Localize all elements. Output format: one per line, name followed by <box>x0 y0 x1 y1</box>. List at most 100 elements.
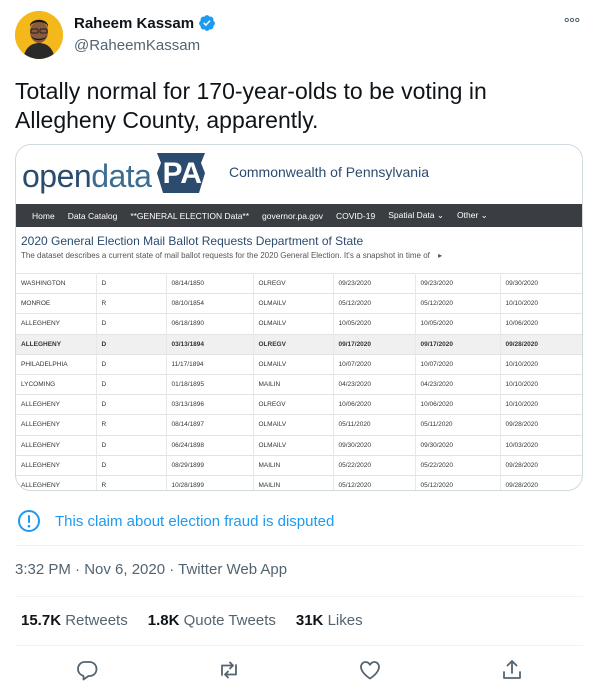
table-cell: MAILIN <box>253 454 334 476</box>
table-cell: 04/23/2020 <box>415 373 501 395</box>
table-cell: 11/17/1894 <box>166 353 254 375</box>
logo-open-text: open <box>22 158 92 194</box>
table-cell: OLMAILV <box>253 414 334 435</box>
table-cell: 05/11/2020 <box>415 414 501 435</box>
table-cell: LYCOMING <box>16 373 97 395</box>
divider <box>15 545 583 546</box>
likes-label: Likes <box>323 612 363 629</box>
dataset-title: 2020 General Election Mail Ballot Reques… <box>21 234 364 248</box>
disputed-notice[interactable]: This claim about election fraud is dispu… <box>17 509 334 533</box>
tweet-image[interactable]: open data PA Commonwealth of Pennsylvani… <box>15 144 583 491</box>
table-cell: ALLEGHENY <box>16 394 97 415</box>
table-cell: D <box>96 434 167 456</box>
info-icon <box>18 510 40 532</box>
table-row: PHILADELPHIA D 11/17/1894 OLMAILV 10/07/2020… <box>16 353 582 375</box>
nav-item: **GENERAL ELECTION Data** <box>130 210 250 221</box>
disputed-notice-text[interactable]: This claim about election fraud is dispu… <box>55 513 334 530</box>
tweet-header: Raheem Kassam @RaheemKassam <box>15 11 583 59</box>
table-cell: PHILADELPHIA <box>16 353 97 375</box>
retweet-icon[interactable] <box>217 658 241 682</box>
likes-count: 31K <box>295 612 324 629</box>
more-options-icon[interactable] <box>563 11 581 32</box>
table-cell: 10/05/2020 <box>333 313 416 335</box>
table-cell: 10/10/2020 <box>500 353 582 375</box>
share-icon[interactable] <box>500 658 524 682</box>
table-cell: D <box>96 353 167 375</box>
table-cell: ALLEGHENY <box>16 333 97 355</box>
table-cell: OLREGV <box>253 394 334 415</box>
nav-item: Other ⌄ <box>457 210 488 220</box>
table-cell: ALLEGHENY <box>16 454 97 476</box>
logo-pa-text: PA <box>162 157 202 190</box>
table-cell: ALLEGHENY <box>16 474 97 490</box>
table-cell: 10/03/2020 <box>500 434 582 456</box>
nav-item: Spatial Data ⌄ <box>388 210 445 220</box>
quote-tweets-stat[interactable]: 1.8K Quote Tweets <box>148 612 276 629</box>
table-cell: 09/17/2020 <box>333 333 416 355</box>
table-cell: 10/10/2020 <box>500 293 582 314</box>
table-cell: 10/07/2020 <box>333 353 416 375</box>
table-row: MONROE R 08/10/1854 OLMAILV 05/12/2020 05/12/… <box>16 293 582 314</box>
table-cell: 01/18/1895 <box>166 373 254 395</box>
table-cell: D <box>96 373 167 395</box>
table-cell: 09/30/2020 <box>333 434 416 456</box>
table-cell: D <box>96 272 167 294</box>
table-cell: 09/17/2020 <box>415 333 501 355</box>
table-cell: 05/11/2020 <box>333 414 416 435</box>
table-cell: 10/05/2020 <box>415 313 501 335</box>
table-cell: 10/10/2020 <box>500 373 582 395</box>
table-row: ALLEGHENY R 10/28/1899 MAILIN 05/12/2020 05/1… <box>16 474 582 490</box>
table-cell: MAILIN <box>253 474 334 490</box>
opendata-header: open data PA Commonwealth of Pennsylvani… <box>16 145 582 203</box>
table-cell: 08/10/1854 <box>166 293 254 314</box>
table-cell: 08/14/1897 <box>166 414 254 435</box>
table-cell: 08/29/1899 <box>166 454 254 476</box>
table-cell: R <box>96 414 167 435</box>
tweet-timestamp[interactable]: 3:32 PM · Nov 6, 2020 · Twitter Web App <box>15 561 287 578</box>
like-icon[interactable] <box>358 658 382 682</box>
table-cell: 10/10/2020 <box>500 394 582 415</box>
table-cell: WASHINGTON <box>16 272 97 294</box>
table-cell: 09/23/2020 <box>415 272 501 294</box>
quote-tweets-label: Quote Tweets <box>179 612 276 629</box>
dataset-description: The dataset describes a current state of… <box>21 251 442 260</box>
table-cell: OLMAILV <box>253 434 334 456</box>
retweets-label: Retweets <box>61 612 128 629</box>
table-cell: ALLEGHENY <box>16 313 97 335</box>
table-row: ALLEGHENY D 03/13/1896 OLREGV 10/06/2020 10/0… <box>16 394 582 415</box>
retweets-stat[interactable]: 15.7K Retweets <box>21 612 128 629</box>
table-cell: 03/13/1894 <box>166 333 254 355</box>
tweet-text: Totally normal for 170-year-olds to be v… <box>15 78 487 133</box>
table-row: ALLEGHENY R 08/14/1897 OLMAILV 05/11/2020 05/… <box>16 414 582 435</box>
table-cell: 10/07/2020 <box>415 353 501 375</box>
table-cell: ALLEGHENY <box>16 434 97 456</box>
table-row: WASHINGTON D 08/14/1850 OLREGV 09/23/2020 09/… <box>16 272 582 294</box>
table-cell: 03/13/1896 <box>166 394 254 415</box>
table-cell: OLMAILV <box>253 353 334 375</box>
table-cell: 06/18/1890 <box>166 313 254 335</box>
nav-item: Home <box>32 210 55 221</box>
table-cell: 09/30/2020 <box>500 272 582 294</box>
reply-icon[interactable] <box>75 658 99 682</box>
table-cell: D <box>96 394 167 415</box>
table-cell: 09/23/2020 <box>333 272 416 294</box>
expand-arrow-icon: ▸ <box>438 251 443 260</box>
table-cell: 09/28/2020 <box>500 454 582 476</box>
table-cell: 05/22/2020 <box>333 454 416 476</box>
table-row: ALLEGHENY D 08/29/1899 MAILIN 05/22/2020 05/2… <box>16 454 582 476</box>
table-cell: 04/23/2020 <box>333 373 416 395</box>
table-cell: D <box>96 333 167 355</box>
table-row: ALLEGHENY D 03/13/1894 OLREGV 09/17/2020 09/1… <box>16 333 582 355</box>
table-cell: D <box>96 454 167 476</box>
avatar[interactable] <box>15 11 63 59</box>
likes-stat[interactable]: 31K Likes <box>296 612 363 629</box>
table-cell: 05/12/2020 <box>415 474 501 490</box>
display-name[interactable]: Raheem Kassam <box>74 15 194 32</box>
tweet-actions <box>0 652 598 688</box>
logo-data-text: data <box>91 158 152 194</box>
table-cell: 10/06/2020 <box>333 394 416 415</box>
handle[interactable]: @RaheemKassam <box>74 37 216 54</box>
nav-item: Data Catalog <box>67 210 118 221</box>
table-cell: MONROE <box>16 293 97 314</box>
keystone-logo: PA <box>153 151 209 195</box>
